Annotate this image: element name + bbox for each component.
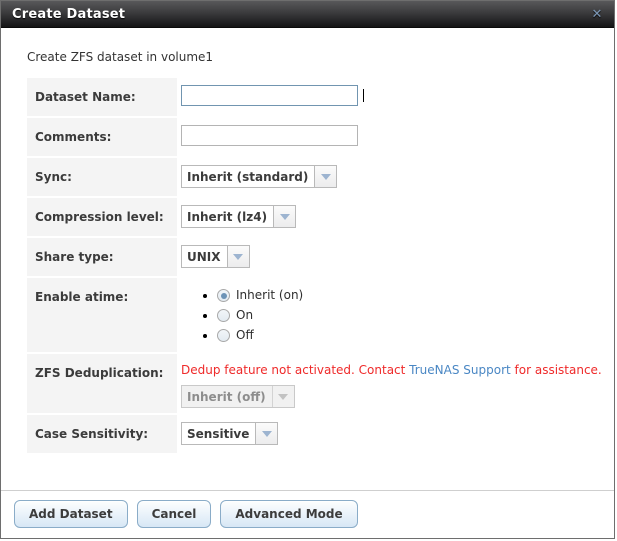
zfs-deduplication-select-button[interactable] xyxy=(271,386,294,407)
radio-option-on[interactable]: On xyxy=(217,307,253,324)
radio-label: On xyxy=(236,308,254,322)
compression-level-select[interactable]: Inherit (lz4) xyxy=(181,205,297,228)
advanced-mode-button[interactable]: Advanced Mode xyxy=(220,500,358,528)
radio-option-inherit-on[interactable]: Inherit (on) xyxy=(217,287,303,304)
compression-level-select-value: Inherit (lz4) xyxy=(182,206,274,227)
form-row-share-type: Share type: UNIX xyxy=(27,238,607,278)
close-icon[interactable]: ✕ xyxy=(589,6,605,22)
dialog-footer: Add Dataset Cancel Advanced Mode xyxy=(1,490,614,538)
form-row-sync: Sync: Inherit (standard) xyxy=(27,158,607,198)
dedup-warning-text-after: for assistance. xyxy=(510,363,602,377)
label-case-sensitivity: Case Sensitivity: xyxy=(27,415,177,455)
truenas-support-link[interactable]: TrueNAS Support xyxy=(409,363,511,377)
list-item: On xyxy=(217,307,607,324)
radio-label: Inherit (on) xyxy=(236,288,304,302)
dataset-form: Dataset Name: Comments: Sync: Inherit (s… xyxy=(27,78,607,455)
label-compression-level: Compression level: xyxy=(27,198,177,238)
label-enable-atime: Enable atime: xyxy=(27,278,177,354)
dialog-body: Create ZFS dataset in volume1 Dataset Na… xyxy=(1,28,614,490)
radio-button-icon[interactable] xyxy=(217,289,230,302)
field-case-sensitivity: Sensitive xyxy=(177,415,607,455)
cancel-button[interactable]: Cancel xyxy=(136,500,212,528)
field-dataset-name xyxy=(177,78,607,118)
case-sensitivity-select[interactable]: Sensitive xyxy=(181,422,279,445)
radio-label: Off xyxy=(236,328,254,342)
radio-button-icon[interactable] xyxy=(217,329,230,342)
text-caret xyxy=(363,89,364,102)
share-type-select[interactable]: UNIX xyxy=(181,245,250,268)
form-row-compression: Compression level: Inherit (lz4) xyxy=(27,198,607,238)
field-enable-atime: Inherit (on) On xyxy=(177,278,607,354)
form-row-comments: Comments: xyxy=(27,118,607,158)
label-zfs-deduplication: ZFS Deduplication: xyxy=(27,354,177,415)
dataset-name-input[interactable] xyxy=(181,85,358,106)
label-comments: Comments: xyxy=(27,118,177,158)
dedup-warning-message: Dedup feature not activated. Contact Tru… xyxy=(181,363,607,377)
add-dataset-button[interactable]: Add Dataset xyxy=(14,500,128,528)
dedup-warning-text-before: Dedup feature not activated. Contact xyxy=(181,363,410,377)
form-row-enable-atime: Enable atime: Inherit (on) xyxy=(27,278,607,354)
field-sync: Inherit (standard) xyxy=(177,158,607,198)
enable-atime-radio-group: Inherit (on) On xyxy=(181,287,607,344)
case-sensitivity-select-value: Sensitive xyxy=(182,423,256,444)
zfs-deduplication-select-value: Inherit (off) xyxy=(182,386,272,407)
sync-select-button[interactable] xyxy=(314,166,337,187)
list-item: Inherit (on) xyxy=(217,287,607,304)
compression-level-select-button[interactable] xyxy=(273,206,296,227)
form-row-zfs-deduplication: ZFS Deduplication: Dedup feature not act… xyxy=(27,354,607,415)
field-zfs-deduplication: Dedup feature not activated. Contact Tru… xyxy=(177,354,607,415)
label-share-type: Share type: xyxy=(27,238,177,278)
form-row-case-sensitivity: Case Sensitivity: Sensitive xyxy=(27,415,607,455)
chevron-down-icon xyxy=(261,430,272,437)
dialog-titlebar[interactable]: Create Dataset ✕ xyxy=(1,1,614,28)
dialog-title: Create Dataset xyxy=(12,6,126,22)
chevron-down-icon xyxy=(278,393,289,400)
case-sensitivity-select-button[interactable] xyxy=(255,423,278,444)
list-item: Off xyxy=(217,327,607,344)
chevron-down-icon xyxy=(279,213,290,220)
label-dataset-name: Dataset Name: xyxy=(27,78,177,118)
radio-button-icon[interactable] xyxy=(217,309,230,322)
radio-option-off[interactable]: Off xyxy=(217,327,254,344)
comments-input[interactable] xyxy=(181,125,358,146)
chevron-down-icon xyxy=(233,253,244,260)
sync-select-value: Inherit (standard) xyxy=(182,166,315,187)
dataset-name-input-wrap xyxy=(181,85,364,106)
chevron-down-icon xyxy=(320,173,331,180)
field-comments xyxy=(177,118,607,158)
intro-text: Create ZFS dataset in volume1 xyxy=(27,50,214,64)
share-type-select-value: UNIX xyxy=(182,246,227,267)
field-compression-level: Inherit (lz4) xyxy=(177,198,607,238)
share-type-select-button[interactable] xyxy=(226,246,249,267)
sync-select[interactable]: Inherit (standard) xyxy=(181,165,338,188)
field-share-type: UNIX xyxy=(177,238,607,278)
form-row-dataset-name: Dataset Name: xyxy=(27,78,607,118)
create-dataset-dialog: Create Dataset ✕ Create ZFS dataset in v… xyxy=(0,0,615,539)
zfs-deduplication-select[interactable]: Inherit (off) xyxy=(181,385,295,408)
label-sync: Sync: xyxy=(27,158,177,198)
